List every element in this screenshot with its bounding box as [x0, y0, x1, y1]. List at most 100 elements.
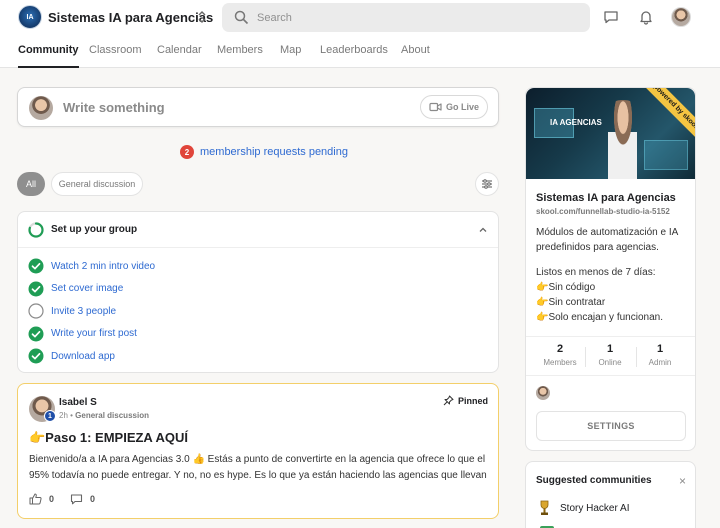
setup-title: Set up your group: [51, 224, 138, 235]
tab-map[interactable]: Map: [280, 44, 301, 68]
post-author[interactable]: Isabel S: [59, 397, 97, 408]
tab-leaderboards[interactable]: Leaderboards: [320, 44, 388, 68]
tab-classroom[interactable]: Classroom: [89, 44, 142, 68]
search-bar[interactable]: [222, 3, 590, 32]
about-list-intro: Listos en menos de 7 días:: [536, 267, 656, 278]
stat-members[interactable]: 2 Members: [535, 343, 585, 367]
user-avatar[interactable]: [671, 7, 691, 27]
setup-task-label: Download app: [51, 350, 115, 362]
admin-avatar[interactable]: [536, 386, 550, 400]
comment-button[interactable]: 0: [70, 492, 95, 506]
about-title: Sistemas IA para Agencias: [536, 192, 676, 204]
cover-image: IA AGENCIAS powered by skool: [526, 88, 695, 179]
setup-task-label: Write your first post: [51, 328, 137, 339]
composer-avatar: [29, 96, 53, 120]
post-body: Bienvenido/a a IA para Agencias 3.0 👍 Es…: [29, 454, 487, 481]
setup-header[interactable]: Set up your group: [18, 212, 498, 248]
trophy-icon: [540, 500, 549, 515]
about-url[interactable]: skool.com/funnellab-studio-ia-5152: [536, 207, 670, 216]
stat-admin-label: Admin: [648, 358, 672, 367]
stat-admin-number: 1: [656, 343, 664, 355]
tab-calendar[interactable]: Calendar: [157, 44, 202, 68]
post-time: 2h: [59, 411, 68, 420]
group-stats: 2 Members 1 Online 1 Admin: [526, 336, 695, 376]
post-title[interactable]: 👉Paso 1: EMPIEZA AQUÍ: [29, 430, 188, 446]
switch-group-icon[interactable]: [196, 9, 208, 25]
powered-by-ribbon: powered by skool: [641, 88, 695, 141]
video-icon: [429, 102, 442, 112]
group-logo[interactable]: IA: [18, 5, 42, 29]
post-meta: 2h • General discussion: [59, 411, 149, 420]
filter-general-discussion[interactable]: General discussion: [51, 172, 143, 196]
empty-circle-icon: [28, 303, 44, 319]
about-description: Módulos de automatización e IA predefini…: [536, 227, 678, 253]
setup-task[interactable]: Write your first post: [28, 326, 137, 342]
group-about-card: IA AGENCIAS powered by skool Sistemas IA…: [525, 87, 696, 451]
pin-icon: [443, 395, 454, 406]
stat-online-label: Online: [598, 358, 622, 367]
chat-icon[interactable]: [603, 9, 619, 25]
about-list: Listos en menos de 7 días: 👉Sin código 👉…: [536, 265, 688, 325]
post-composer[interactable]: Write something Go Live: [17, 87, 499, 127]
go-live-button[interactable]: Go Live: [420, 95, 488, 119]
suggested-community-name: Story Hacker AI: [560, 502, 630, 514]
suggested-community-item[interactable]: Story Hacker AI: [538, 500, 629, 516]
search-icon: [234, 10, 249, 25]
comment-icon: [70, 494, 83, 505]
suggested-title: Suggested communities: [536, 475, 652, 486]
pinned-indicator: Pinned: [443, 395, 488, 406]
tab-about[interactable]: About: [401, 44, 430, 68]
pinned-post[interactable]: 1 Isabel S 2h • General discussion Pinne…: [17, 383, 499, 519]
thumbs-up-icon: [29, 493, 42, 505]
check-circle-icon: [28, 281, 44, 296]
about-list-item: 👉Sin código: [536, 282, 596, 293]
chevron-up-icon[interactable]: [478, 225, 488, 235]
post-category[interactable]: General discussion: [75, 411, 149, 420]
tab-members[interactable]: Members: [217, 44, 263, 68]
stat-members-number: 2: [556, 343, 564, 355]
stat-online[interactable]: 1 Online: [585, 343, 635, 367]
close-icon[interactable]: ×: [679, 474, 686, 488]
about-list-item: 👉Sin contratar: [536, 297, 606, 308]
group-name[interactable]: Sistemas IA para Agencias: [48, 10, 213, 25]
about-list-item: 👉Solo encajan y funcionan.: [536, 312, 663, 323]
setup-task[interactable]: Invite 3 people: [28, 303, 116, 319]
cover-screen-right: [644, 140, 688, 170]
setup-task[interactable]: Watch 2 min intro video: [28, 258, 155, 274]
top-header: IA Sistemas IA para Agencias Community C…: [0, 0, 720, 68]
cover-ia-text: IA AGENCIAS: [550, 118, 602, 127]
check-circle-icon: [28, 326, 44, 341]
filter-all[interactable]: All: [17, 172, 45, 196]
progress-ring-icon: [28, 222, 44, 238]
go-live-label: Go Live: [445, 102, 479, 112]
stat-admin[interactable]: 1 Admin: [635, 343, 685, 367]
stat-members-label: Members: [543, 358, 577, 367]
setup-task[interactable]: Download app: [28, 348, 115, 364]
tab-community[interactable]: Community: [18, 44, 79, 68]
logo-text: IA: [26, 13, 34, 21]
pinned-label: Pinned: [457, 395, 488, 406]
pending-requests-link[interactable]: membership requests pending: [200, 146, 348, 158]
stat-online-number: 1: [606, 343, 614, 355]
check-circle-icon: [28, 348, 44, 364]
cover-person: [602, 100, 644, 179]
level-badge: 1: [44, 410, 56, 422]
sliders-icon: [482, 179, 492, 189]
setup-task-label: Invite 3 people: [51, 305, 117, 317]
check-circle-icon: [28, 258, 44, 274]
pending-requests[interactable]: 2 membership requests pending: [180, 145, 348, 159]
bell-icon[interactable]: [638, 9, 654, 25]
comment-count: 0: [90, 494, 96, 504]
search-input[interactable]: [257, 3, 577, 32]
filter-settings-button[interactable]: [475, 172, 499, 196]
like-count: 0: [49, 494, 55, 504]
setup-group-card: Set up your group Watch 2 min intro vide…: [17, 211, 499, 373]
suggested-communities-card: Suggested communities × Story Hacker AI: [525, 461, 696, 528]
settings-button[interactable]: SETTINGS: [536, 411, 686, 441]
setup-task[interactable]: Set cover image: [28, 281, 123, 297]
pending-count-badge: 2: [180, 145, 194, 159]
composer-placeholder[interactable]: Write something: [63, 100, 165, 115]
setup-task-label: Set cover image: [51, 283, 124, 294]
like-button[interactable]: 0: [29, 492, 54, 506]
setup-task-label: Watch 2 min intro video: [51, 260, 156, 272]
